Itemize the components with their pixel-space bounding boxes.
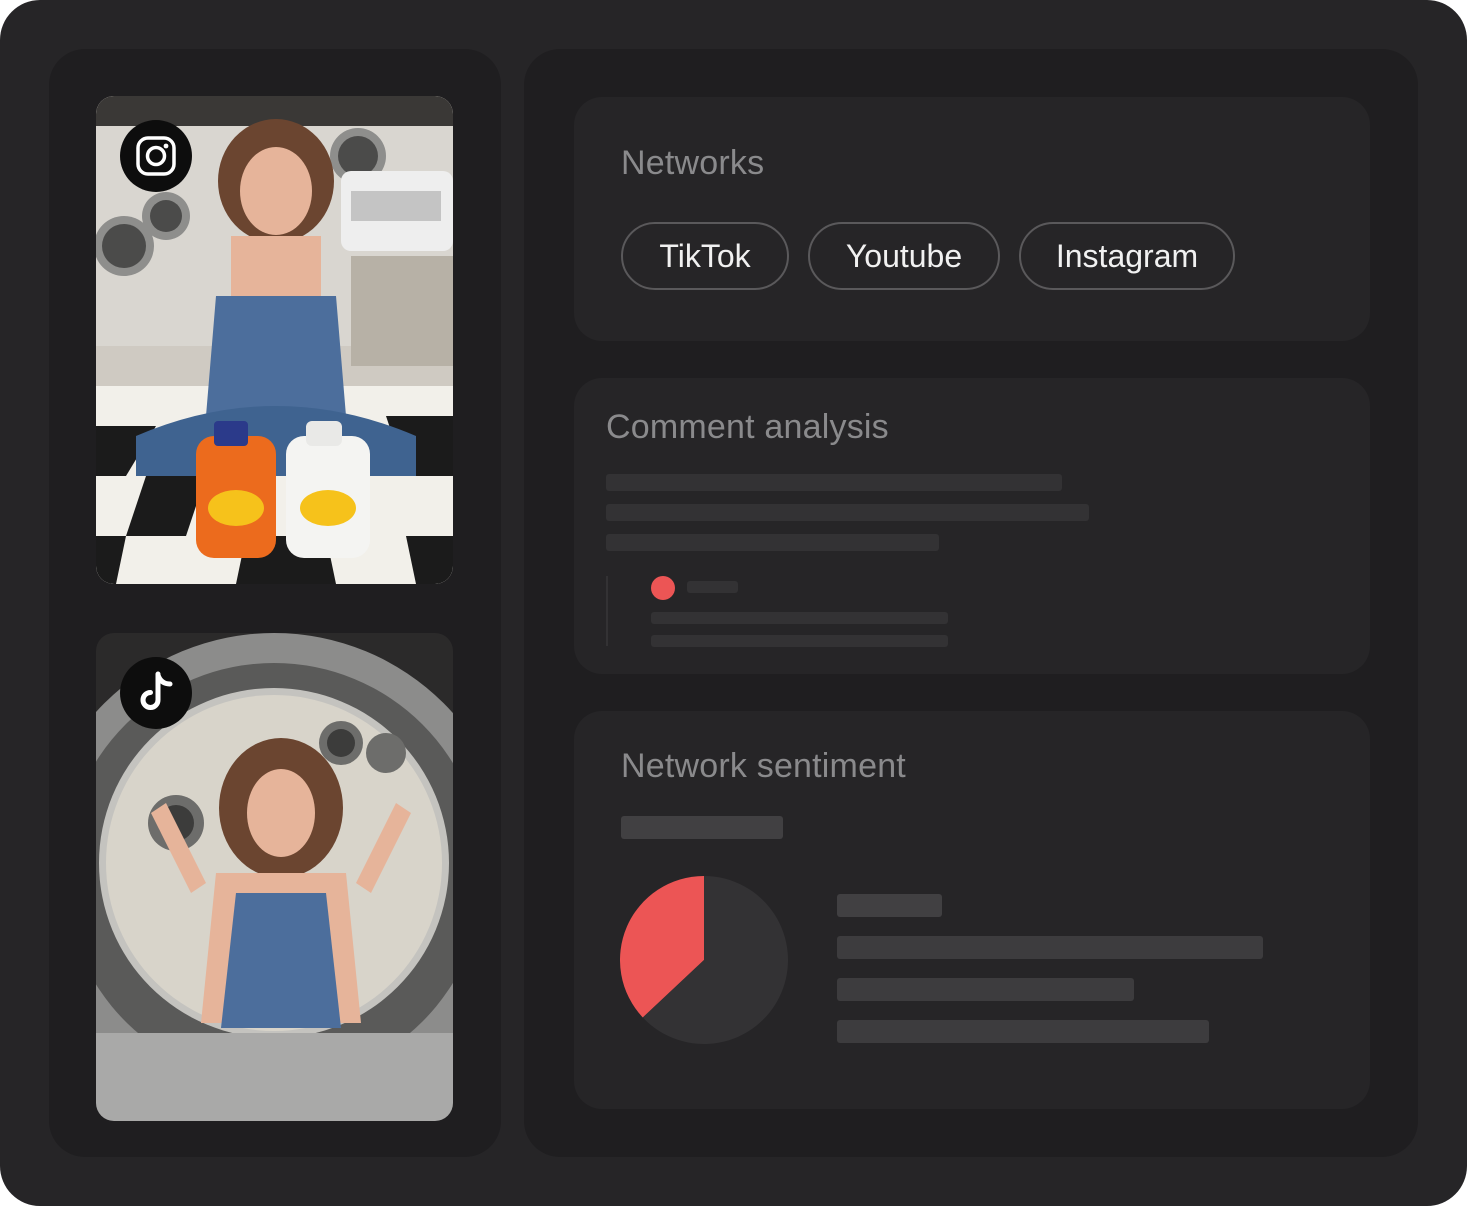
summary-line: [606, 474, 1062, 491]
summary-line: [606, 504, 1089, 521]
app-frame: Networks TikTok Youtube Instagram Commen…: [0, 0, 1467, 1206]
comment-quote-rule: [606, 576, 608, 646]
summary-line: [606, 534, 939, 551]
analytics-panel: Networks TikTok Youtube Instagram Commen…: [524, 49, 1418, 1157]
legend-line: [837, 936, 1263, 959]
chip-youtube[interactable]: Youtube: [808, 222, 1000, 290]
comment-text-line: [651, 635, 948, 647]
legend-line: [837, 1020, 1209, 1043]
posts-panel: [49, 49, 501, 1157]
instagram-post-card[interactable]: [96, 96, 453, 584]
comment-analysis-card: Comment analysis: [574, 378, 1370, 674]
tiktok-post-card[interactable]: [96, 633, 453, 1121]
sentiment-subtitle-placeholder: [621, 816, 783, 839]
networks-card: Networks TikTok Youtube Instagram: [574, 97, 1370, 341]
sentiment-pie-chart: [620, 876, 788, 1044]
comment-analysis-title: Comment analysis: [606, 408, 889, 446]
instagram-badge: [120, 120, 192, 192]
tiktok-badge: [120, 657, 192, 729]
legend-heading-placeholder: [837, 894, 942, 917]
network-sentiment-card: Network sentiment: [574, 711, 1370, 1109]
instagram-icon: [136, 136, 176, 176]
chip-tiktok[interactable]: TikTok: [621, 222, 789, 290]
comment-author-line: [687, 581, 738, 593]
networks-title: Networks: [621, 144, 765, 182]
tiktok-icon: [140, 671, 173, 710]
comment-text-line: [651, 612, 948, 624]
chip-instagram[interactable]: Instagram: [1019, 222, 1235, 290]
comment-avatar-dot: [651, 576, 675, 600]
legend-line: [837, 978, 1134, 1001]
network-sentiment-title: Network sentiment: [621, 747, 906, 785]
